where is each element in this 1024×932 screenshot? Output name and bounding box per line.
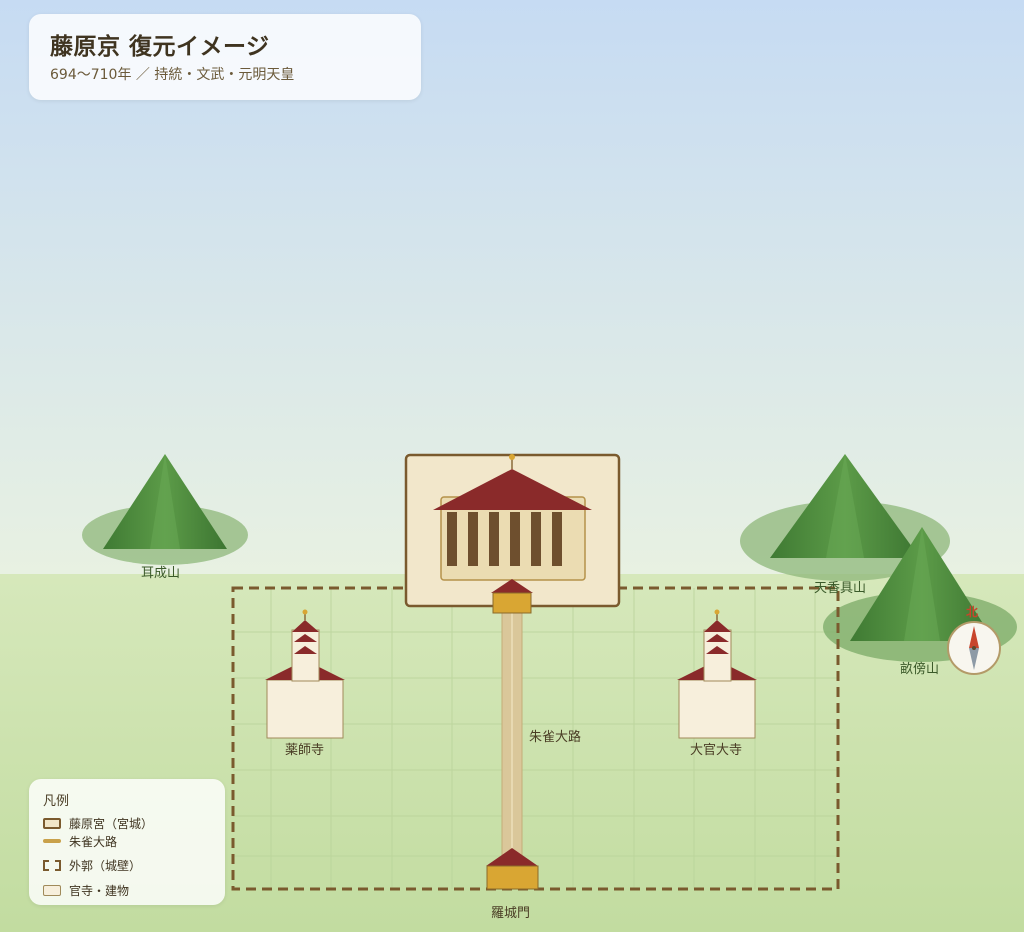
legend-item-label: 外郭（城壁） (69, 858, 142, 873)
legend: 凡例 藤原宮（宮城） 朱雀大路 外郭（城壁） 官寺・建物 (29, 779, 225, 905)
wall-swatch-icon (43, 859, 61, 871)
label-unebi: 畝傍山 (900, 662, 940, 677)
legend-item-building: 官寺・建物 (43, 882, 129, 898)
label-rajomon: 羅城門 (491, 906, 531, 921)
building-swatch-icon (43, 884, 61, 896)
palace-swatch-icon (43, 817, 61, 829)
legend-item-label: 官寺・建物 (69, 883, 130, 898)
compass-north-label: 北 (966, 605, 979, 619)
label-daikandaiji: 大官大寺 (690, 743, 743, 758)
label-miminashi: 耳成山 (141, 566, 181, 581)
legend-item-palace: 藤原宮（宮城） (43, 815, 153, 831)
fujiwarakyo-scene: 耳成山 天香具山 畝傍山 北 薬師寺 大官大寺 朱雀大路 羅城門 藤原京 復元イ… (0, 0, 1024, 932)
page-title: 藤原京 復元イメージ (50, 34, 270, 60)
legend-title: 凡例 (43, 794, 70, 809)
title-card: 藤原京 復元イメージ 694〜710年 ／ 持統・文武・元明天皇 (29, 14, 421, 100)
legend-item-label: 藤原宮（宮城） (69, 816, 154, 831)
label-yakushiji: 薬師寺 (285, 743, 325, 758)
legend-item-road: 朱雀大路 (43, 833, 117, 849)
legend-item-wall: 外郭（城壁） (43, 857, 141, 873)
road-swatch-icon (43, 839, 61, 843)
legend-item-label: 朱雀大路 (69, 834, 118, 849)
label-suzaku-road: 朱雀大路 (529, 730, 582, 745)
page-subtitle: 694〜710年 ／ 持統・文武・元明天皇 (50, 67, 295, 83)
compass-icon (947, 621, 1001, 675)
label-kagu: 天香具山 (814, 581, 867, 596)
